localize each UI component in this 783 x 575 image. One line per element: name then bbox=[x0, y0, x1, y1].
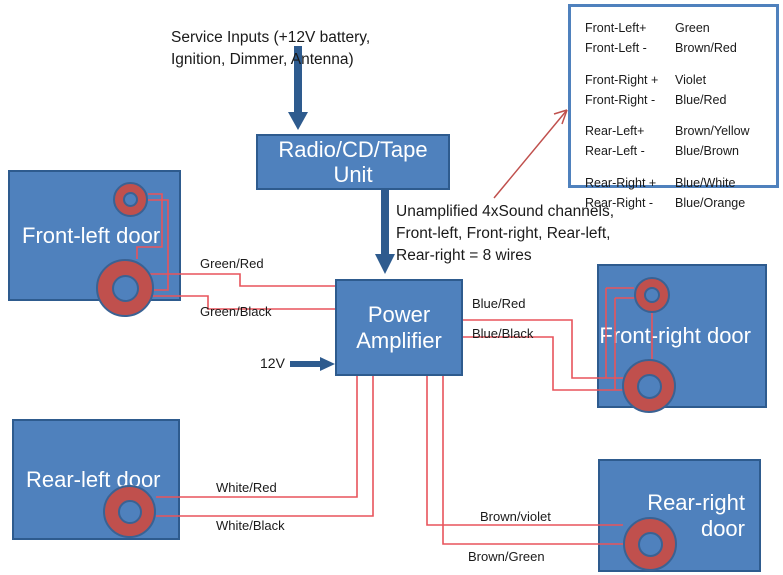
note-service-inputs: Service Inputs (+12V battery, Ignition, … bbox=[171, 29, 371, 68]
label-white-red: White/Red bbox=[216, 480, 277, 495]
legend-row: Front-Right - Blue/Red bbox=[585, 90, 776, 110]
speaker-cone bbox=[123, 192, 138, 207]
legend-pin: Rear-Left+ bbox=[585, 124, 645, 138]
legend-row: Rear-Left+ Brown/Yellow bbox=[585, 121, 776, 141]
label-brown-violet: Brown/violet bbox=[480, 509, 551, 524]
speaker-cone bbox=[111, 274, 139, 302]
legend-color: Blue/White bbox=[675, 175, 736, 190]
speaker-front-left-tweeter bbox=[113, 182, 148, 217]
speaker-front-left-woofer bbox=[96, 259, 154, 317]
label-white-black: White/Black bbox=[216, 518, 285, 533]
legend-color: Blue/Brown bbox=[675, 144, 739, 159]
legend-color: Brown/Yellow bbox=[675, 124, 750, 138]
legend-pin: Front-Right - bbox=[585, 92, 656, 107]
speaker-front-right-woofer bbox=[622, 359, 676, 413]
label-blue-red: Blue/Red bbox=[472, 296, 526, 311]
speaker-cone bbox=[644, 287, 660, 303]
legend-spacer bbox=[585, 110, 776, 121]
legend-color: Blue/Orange bbox=[675, 195, 746, 210]
legend-row: Rear-Right - Blue/Orange bbox=[585, 193, 776, 213]
legend-row: Front-Right + Violet bbox=[585, 70, 776, 90]
speaker-cone bbox=[117, 499, 142, 524]
label-brown-green: Brown/Green bbox=[468, 549, 545, 564]
legend-color: Violet bbox=[675, 72, 707, 87]
diagram-canvas: Radio/CD/Tape Unit Power Amplifier Front… bbox=[0, 0, 783, 575]
speaker-cone bbox=[636, 373, 662, 399]
legend-pin: Front-Left - bbox=[585, 41, 647, 56]
legend-pin: Rear-Left - bbox=[585, 144, 645, 159]
legend-pin: Front-Left+ bbox=[585, 21, 647, 35]
wire-color-legend: Front-Left+ Green Front-Left - Brown/Red… bbox=[568, 4, 779, 210]
legend-color: Brown/Red bbox=[675, 41, 737, 56]
legend-rows: Front-Left+ Green Front-Left - Brown/Red… bbox=[571, 7, 776, 213]
wire-brown-violet bbox=[426, 376, 623, 526]
wire-white-black bbox=[156, 376, 374, 517]
label-blue-black: Blue/Black bbox=[472, 326, 534, 341]
legend-spacer bbox=[585, 59, 776, 70]
wire-white-red bbox=[156, 376, 358, 498]
label-green-red: Green/Red bbox=[200, 256, 264, 271]
legend-row: Rear-Left - Blue/Brown bbox=[585, 141, 776, 161]
speaker-rear-right bbox=[623, 517, 677, 571]
speaker-rear-left bbox=[103, 485, 156, 538]
legend-row: Front-Left+ Green bbox=[585, 18, 776, 38]
speaker-cone bbox=[637, 531, 663, 557]
wire-green-red bbox=[128, 273, 335, 287]
label-12v: 12V bbox=[260, 355, 285, 371]
legend-row: Front-Left - Brown/Red bbox=[585, 38, 776, 58]
legend-pin: Front-Right + bbox=[585, 72, 659, 87]
legend-pin: Rear-Right + bbox=[585, 175, 657, 190]
legend-pin: Rear-Right - bbox=[585, 195, 654, 210]
speaker-front-right-tweeter bbox=[634, 277, 670, 313]
legend-spacer bbox=[585, 162, 776, 173]
legend-row: Rear-Right + Blue/White bbox=[585, 173, 776, 193]
label-green-black: Green/Black bbox=[200, 304, 272, 319]
legend-color: Blue/Red bbox=[675, 92, 727, 107]
legend-color: Green bbox=[675, 21, 710, 35]
wire-blue-black bbox=[463, 336, 645, 391]
